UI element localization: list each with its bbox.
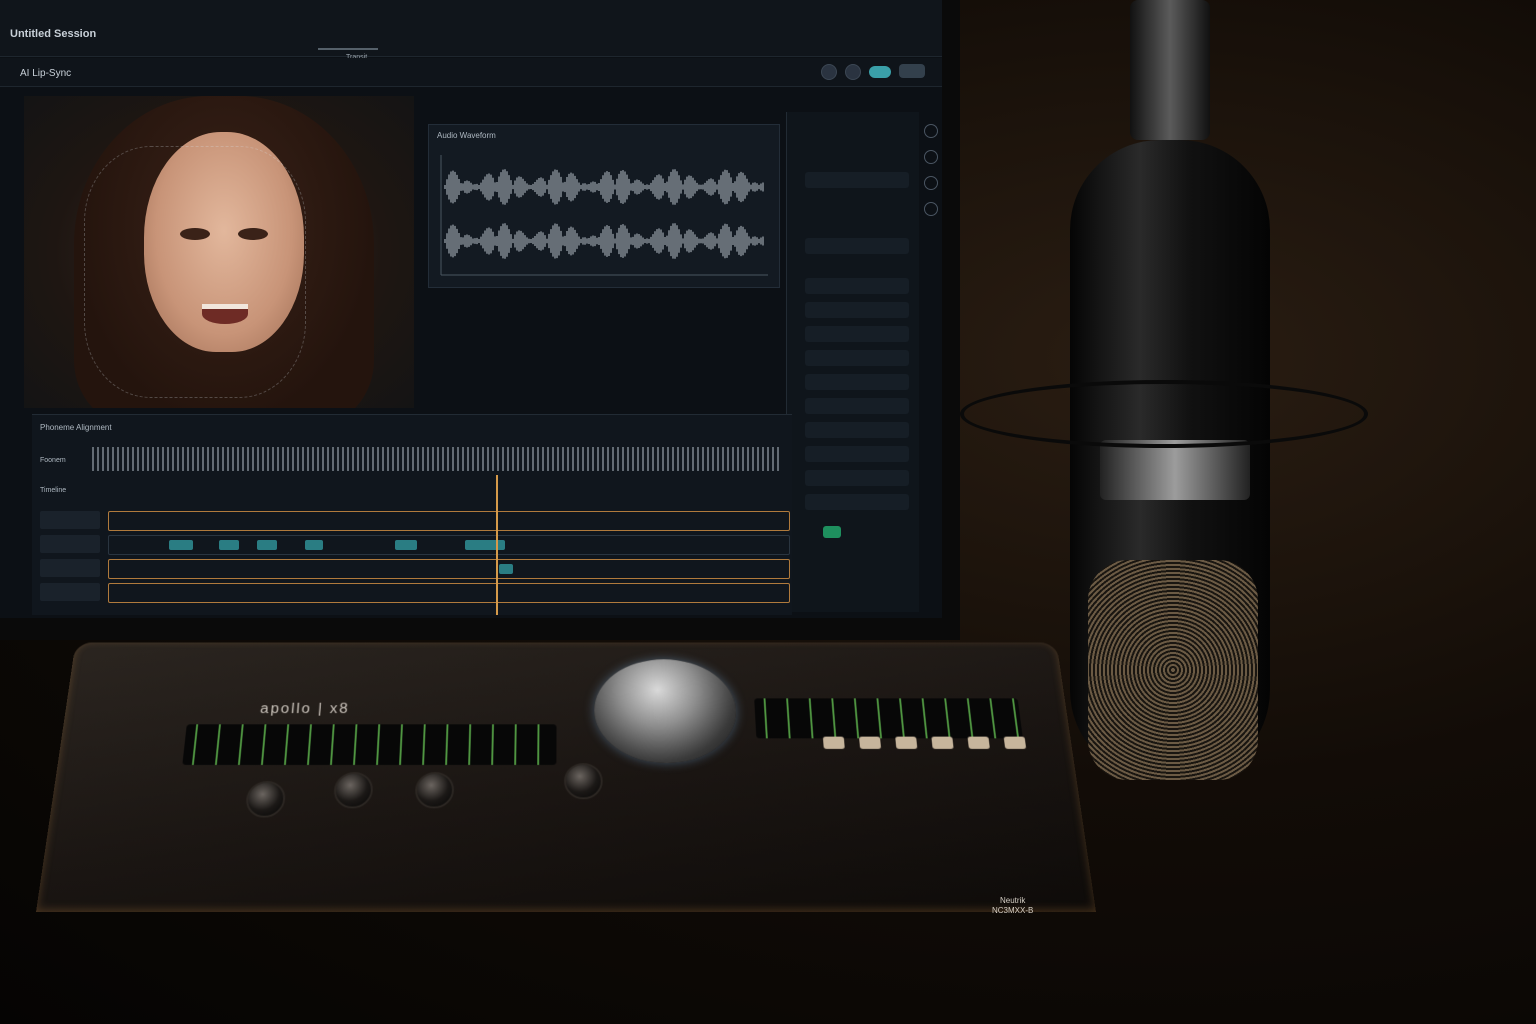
track-controls[interactable] (40, 559, 100, 577)
param-row-9[interactable] (805, 494, 909, 510)
audio-waveform-panel: Audio Waveform (428, 124, 780, 288)
playhead[interactable] (496, 475, 498, 615)
tool-column (922, 124, 940, 594)
waveform-graph (433, 155, 773, 281)
preamp-knob[interactable] (414, 772, 454, 808)
function-button[interactable] (1004, 737, 1027, 749)
param-row-1[interactable] (805, 302, 909, 318)
track-controls[interactable] (40, 535, 100, 553)
settings-icon[interactable] (845, 64, 861, 80)
phoneme-clip[interactable] (395, 540, 417, 550)
monitor-knob[interactable] (594, 659, 739, 763)
function-button[interactable] (931, 737, 953, 749)
track-controls[interactable] (40, 511, 100, 529)
param-row-3[interactable] (805, 350, 909, 366)
monitor-screen: Untitled Session Transit AI Lip-Sync Aud… (0, 0, 960, 640)
phoneme-clip[interactable] (499, 564, 513, 574)
phoneme-clip[interactable] (219, 540, 239, 550)
interface-brand: apollo | x8 (259, 702, 350, 718)
app-header: AI Lip-Sync (0, 58, 945, 87)
phoneme-row-label: Foonem (40, 457, 66, 464)
session-title: Untitled Session (10, 28, 96, 40)
timeline-track[interactable] (108, 583, 790, 603)
preamp-knob[interactable] (564, 763, 603, 799)
xlr-connector-label: Neutrik NC3MXX-B (992, 896, 1033, 916)
waveform-title: Audio Waveform (429, 125, 779, 146)
output-meters (754, 698, 1023, 738)
timeline-track[interactable] (108, 535, 790, 555)
header-toolbar (821, 64, 925, 80)
function-button[interactable] (823, 737, 845, 749)
transport-slider[interactable]: Transit (318, 46, 388, 58)
phoneme-waveform (92, 447, 782, 471)
param-row-7[interactable] (805, 446, 909, 462)
slider-track (318, 48, 378, 50)
microphone-band (1100, 440, 1250, 500)
param-row-8[interactable] (805, 470, 909, 486)
timeline-track[interactable] (108, 559, 790, 579)
phoneme-clip[interactable] (257, 540, 277, 550)
preamp-knob[interactable] (245, 781, 287, 817)
param-row-6[interactable] (805, 422, 909, 438)
phoneme-clip[interactable] (169, 540, 193, 550)
tool-icon[interactable] (924, 176, 938, 190)
app-title: AI Lip-Sync (20, 68, 71, 79)
toggle-switch[interactable] (869, 66, 891, 78)
connector-brand: Neutrik (992, 896, 1033, 906)
param-row-2[interactable] (805, 326, 909, 342)
phoneme-clip[interactable] (305, 540, 323, 550)
audio-interface: apollo | x8 (36, 643, 1096, 912)
input-meters (182, 724, 556, 765)
share-icon[interactable] (821, 64, 837, 80)
track-controls[interactable] (40, 583, 100, 601)
connector-model: NC3MXX-B (992, 906, 1033, 916)
function-button[interactable] (895, 737, 917, 749)
timeline-row-label: Timeline (40, 487, 66, 494)
preamp-knob[interactable] (333, 772, 374, 808)
param-row-5[interactable] (805, 398, 909, 414)
enable-toggle[interactable] (823, 526, 841, 538)
preset-row[interactable] (805, 172, 909, 188)
phoneme-alignment-panel: Phoneme Alignment Foonem Timeline (32, 414, 792, 615)
param-row-4[interactable] (805, 374, 909, 390)
tool-icon[interactable] (924, 150, 938, 164)
window-titlebar: Untitled Session Transit (0, 0, 942, 57)
face-tracking-mesh (84, 146, 306, 398)
video-preview (24, 96, 414, 408)
tool-icon[interactable] (924, 124, 938, 138)
timeline-track[interactable] (108, 511, 790, 531)
mode-tabs[interactable] (805, 238, 909, 254)
function-button[interactable] (967, 737, 989, 749)
properties-panel (786, 112, 919, 612)
phoneme-title: Phoneme Alignment (40, 423, 112, 432)
tool-icon[interactable] (924, 202, 938, 216)
function-button[interactable] (859, 737, 881, 749)
shock-mount (960, 380, 1368, 448)
microphone-top (1130, 0, 1210, 140)
phoneme-clip[interactable] (465, 540, 505, 550)
dropdown-timeline[interactable] (805, 278, 909, 294)
microphone-grille (1088, 560, 1258, 780)
export-button[interactable] (899, 64, 925, 78)
